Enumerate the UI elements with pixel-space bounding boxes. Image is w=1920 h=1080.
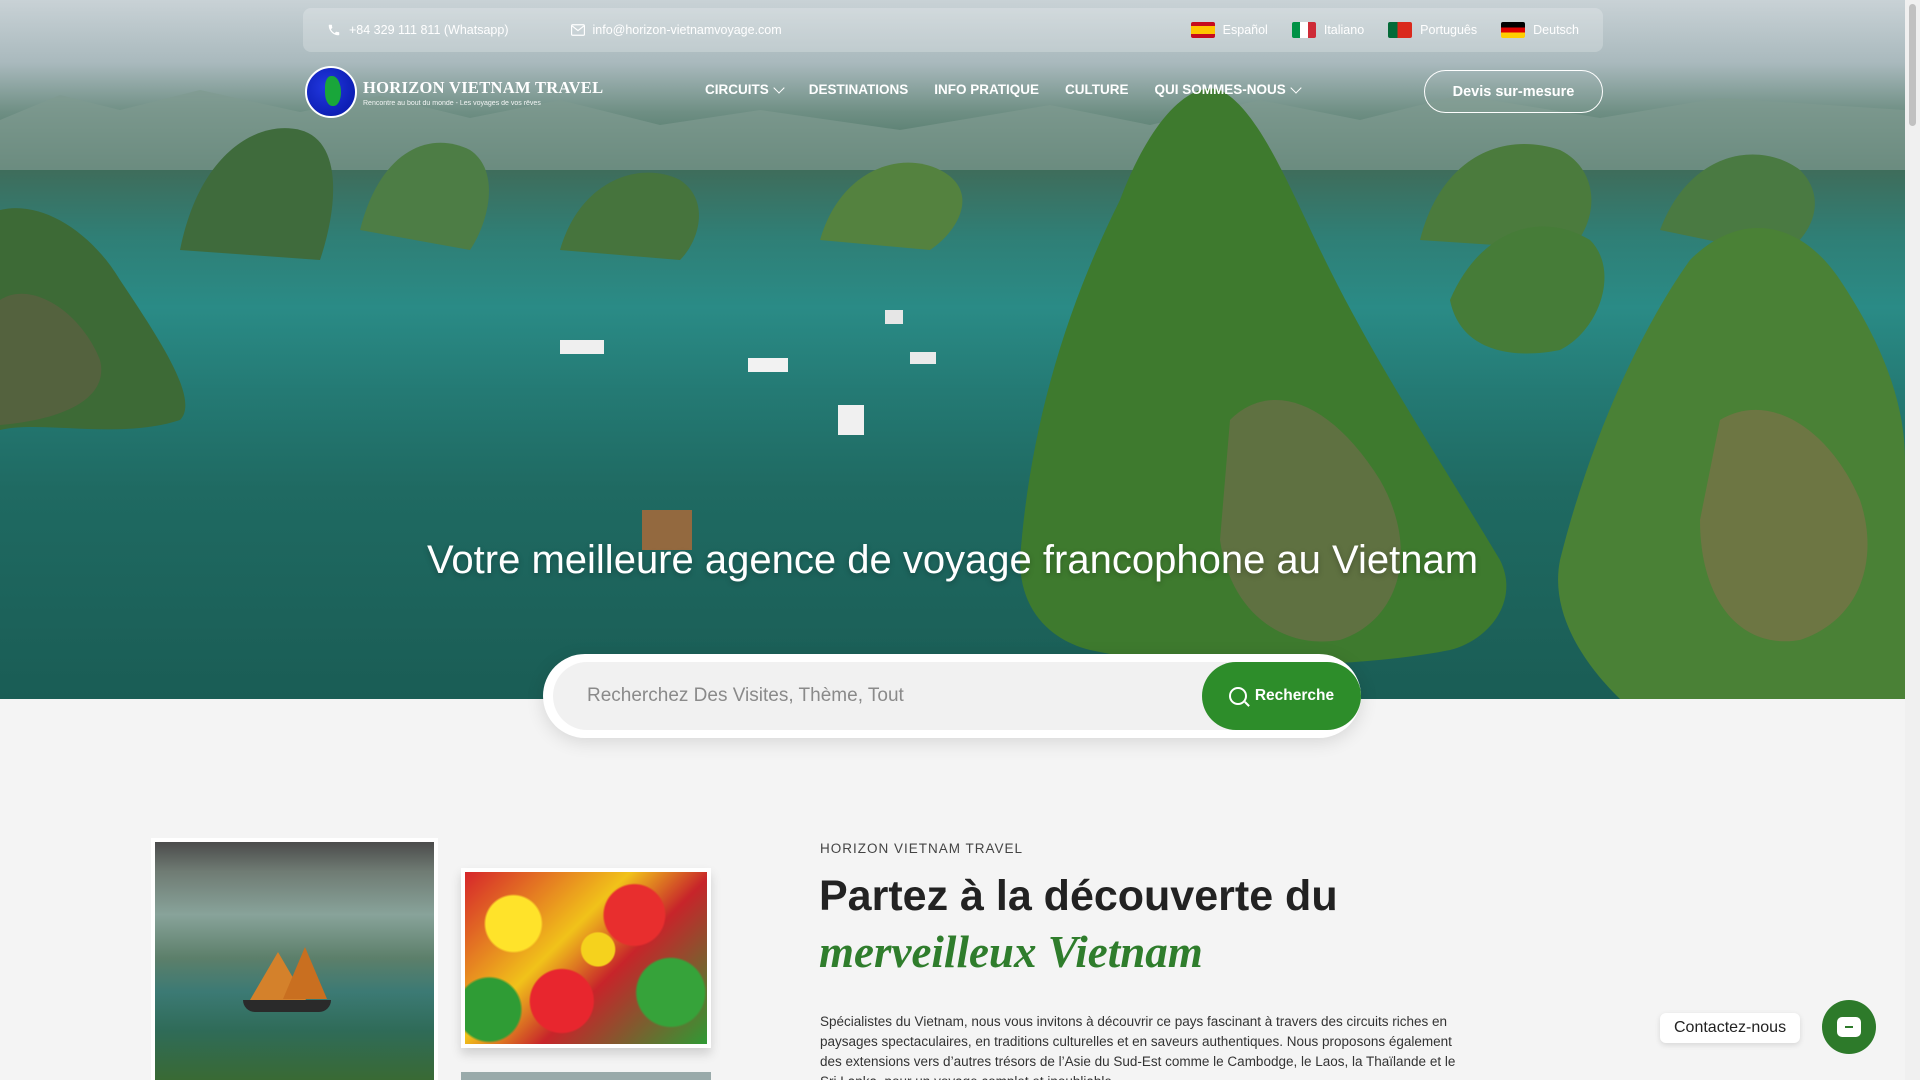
nav-item-info-pratique[interactable]: INFO PRATIQUE — [934, 82, 1039, 97]
nav-item-circuits[interactable]: CIRCUITS — [705, 81, 785, 97]
incense-image — [465, 872, 707, 1044]
search-button-label: Recherche — [1254, 687, 1335, 704]
search-button[interactable]: Recherche — [1202, 662, 1361, 730]
section-paragraph: Spécialistes du Vietnam, nous vous invit… — [820, 1014, 1456, 1080]
sail-shape — [283, 947, 327, 999]
portugal-flag-icon — [1388, 22, 1413, 38]
mail-icon — [570, 24, 585, 36]
email-address: info@horizon-vietnamvoyage.com — [592, 23, 782, 37]
nav-item-destinations[interactable]: DESTINATIONS — [809, 82, 909, 97]
lang-italian[interactable]: Italiano — [1291, 22, 1365, 38]
boat-hull-shape — [243, 1000, 331, 1012]
halong-bay-background — [0, 88, 1905, 699]
page-scrollbar[interactable] — [1905, 0, 1920, 1080]
third-photo-partial — [461, 1072, 711, 1080]
spain-flag-icon — [1190, 22, 1215, 38]
search-field-container: Recherche — [553, 662, 1361, 730]
lang-label: Português — [1420, 23, 1478, 37]
nav-label: CIRCUITS — [705, 82, 769, 97]
contact-label[interactable]: Contactez-nous — [1660, 1013, 1801, 1043]
lang-spanish[interactable]: Español — [1190, 22, 1268, 38]
italy-flag-icon — [1291, 22, 1316, 38]
hero-title: Votre meilleure agence de voyage francop… — [426, 538, 1479, 582]
section-title-accent: merveilleux Vietnam — [819, 927, 1203, 977]
phone-number: +84 329 111 811 (Whatsapp) — [349, 23, 509, 37]
scrollbar-thumb[interactable] — [1909, 4, 1916, 126]
globe-logo-icon — [305, 66, 357, 118]
nav-label: DESTINATIONS — [808, 82, 909, 97]
contact-chat-button[interactable] — [1822, 1000, 1876, 1054]
top-info-bar: +84 329 111 811 (Whatsapp) info@horizon-… — [303, 8, 1603, 52]
hero-section — [0, 0, 1905, 699]
search-bar: Recherche — [543, 654, 1361, 738]
section-eyebrow: HORIZON VIETNAM TRAVEL — [820, 841, 1024, 856]
incense-village-photo — [461, 868, 711, 1048]
search-icon — [1228, 687, 1247, 705]
section-title: Partez à la découverte du — [819, 872, 1338, 920]
lang-german[interactable]: Deutsch — [1501, 22, 1579, 38]
phone-icon — [328, 24, 340, 36]
chat-icon — [1837, 1017, 1861, 1037]
junk-boat-photo — [151, 838, 438, 1080]
nav-item-qui-sommes-nous[interactable]: QUI SOMMES-NOUS — [1154, 81, 1302, 97]
lang-label: Deutsch — [1533, 23, 1579, 37]
nav-label: CULTURE — [1065, 82, 1129, 97]
nav-label: INFO PRATIQUE — [934, 82, 1040, 97]
logo-tagline: Rencontre au bout du monde - Les voyages… — [363, 99, 541, 107]
chevron-down-icon — [773, 81, 785, 94]
language-switcher: Español Italiano Português Deutsch — [1190, 22, 1579, 38]
chevron-down-icon — [1290, 81, 1302, 94]
custom-quote-button[interactable]: Devis sur-mesure — [1424, 70, 1603, 113]
phone-contact[interactable]: +84 329 111 811 (Whatsapp) — [327, 23, 509, 37]
germany-flag-icon — [1501, 22, 1526, 38]
nav-label: QUI SOMMES-NOUS — [1154, 82, 1286, 97]
main-nav: CIRCUITS DESTINATIONS INFO PRATIQUE CULT… — [705, 81, 1302, 97]
nav-item-culture[interactable]: CULTURE — [1065, 82, 1129, 97]
logo-title: HORIZON VIETNAM TRAVEL — [363, 77, 604, 97]
lang-label: Italiano — [1323, 23, 1365, 37]
site-logo[interactable]: HORIZON VIETNAM TRAVEL Rencontre au bout… — [305, 66, 603, 118]
email-contact[interactable]: info@horizon-vietnamvoyage.com — [570, 23, 782, 37]
lang-label: Español — [1222, 23, 1268, 37]
junk-boat-image — [155, 842, 434, 1080]
search-input[interactable] — [587, 662, 1147, 730]
lang-portuguese[interactable]: Português — [1388, 22, 1477, 38]
